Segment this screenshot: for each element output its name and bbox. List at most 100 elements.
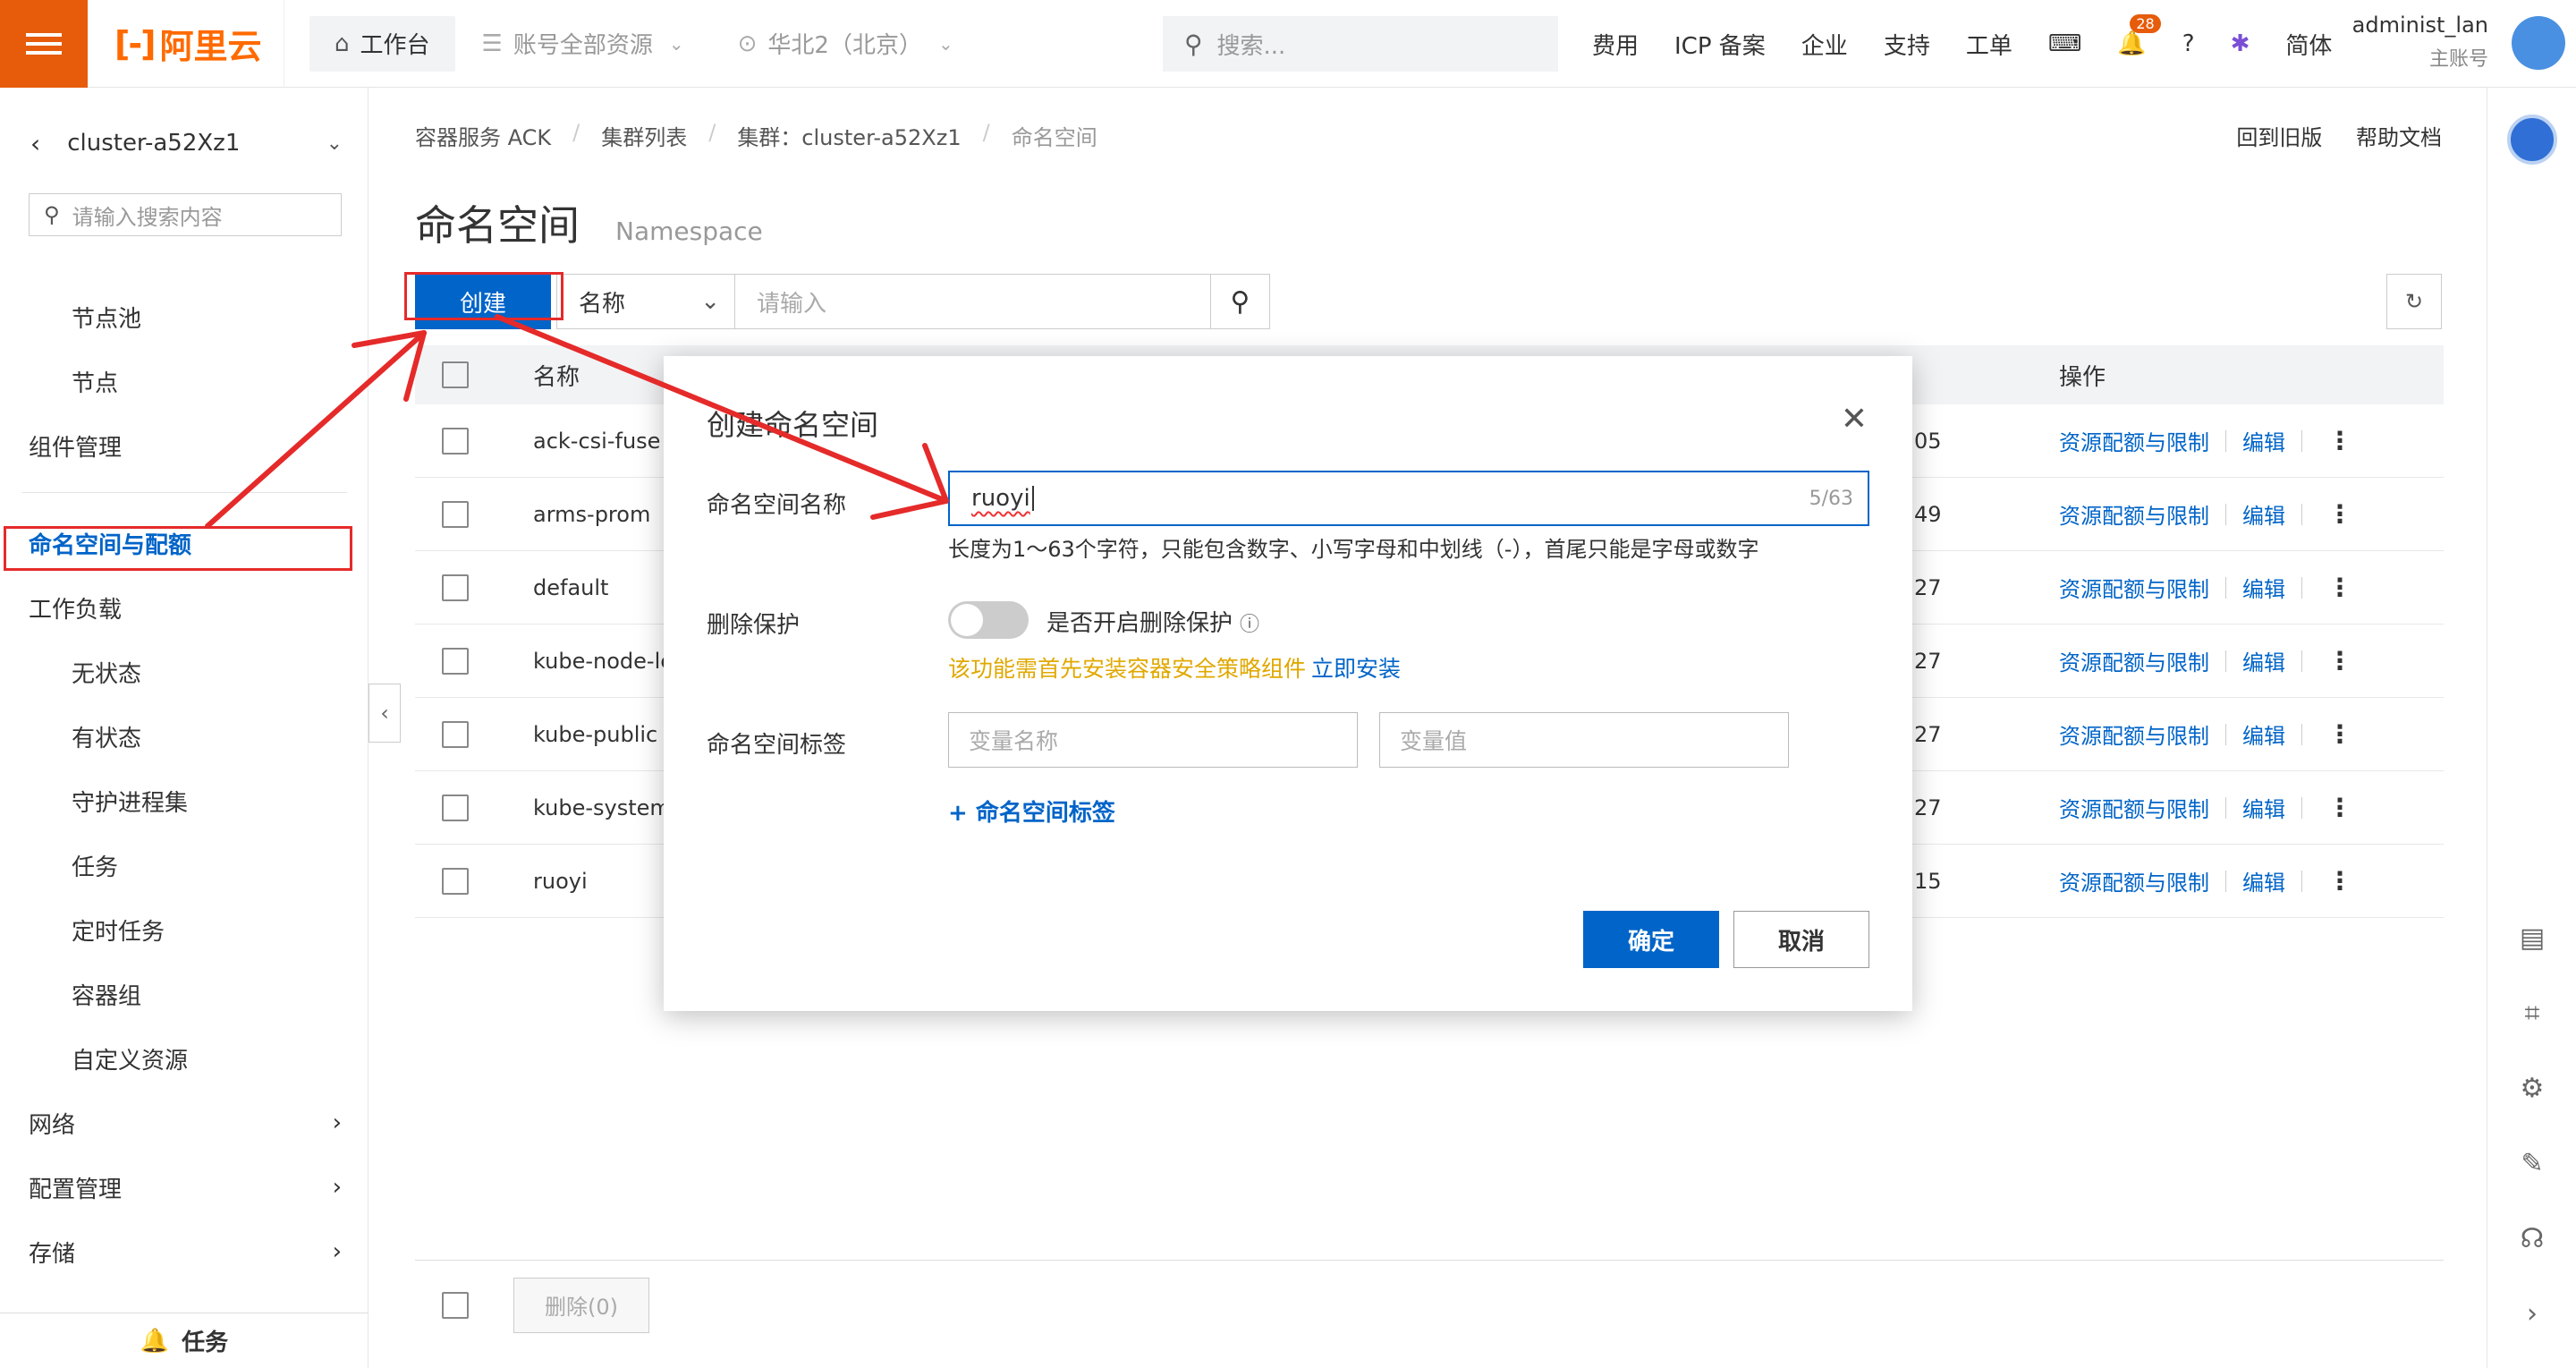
avatar[interactable]	[2512, 16, 2565, 70]
sidebar-item-config[interactable]: 配置管理 ›	[0, 1155, 369, 1219]
row-checkbox[interactable]	[442, 867, 469, 895]
aliyun-logo[interactable]: [-] 阿里云	[88, 0, 284, 88]
edit-link[interactable]: 编辑	[2242, 498, 2285, 530]
quota-link[interactable]: 资源配额与限制	[2059, 718, 2209, 750]
sidebar-item-jobs[interactable]: 任务	[0, 833, 369, 897]
row-checkbox[interactable]	[442, 574, 469, 601]
filter-input[interactable]: 请输入	[735, 274, 1211, 329]
quota-link[interactable]: 资源配额与限制	[2059, 572, 2209, 603]
footer-select-all-checkbox[interactable]	[442, 1291, 469, 1319]
delete-protect-toggle[interactable]	[948, 601, 1029, 639]
workbench-button[interactable]: ⌂ 工作台	[309, 15, 455, 72]
api-icon[interactable]: ⌗	[2514, 995, 2550, 1031]
ai-assistant-icon[interactable]: ✱	[2231, 30, 2250, 57]
sidebar-item-nodes[interactable]: 节点	[0, 349, 369, 413]
namespace-name-input[interactable]: ruoyi 5/63	[948, 471, 1869, 526]
quota-link[interactable]: 资源配额与限制	[2059, 645, 2209, 676]
created-time-tail: 27	[1914, 721, 1942, 747]
cluster-selector[interactable]: ‹ cluster-a52Xz1 ⌄	[0, 88, 368, 199]
header-ops: 操作	[2059, 363, 2106, 391]
sidebar-item-custom-resources[interactable]: 自定义资源	[0, 1026, 369, 1091]
enterprise-link[interactable]: 企业	[1801, 28, 1848, 61]
terminal-icon[interactable]: ⌨	[2048, 30, 2082, 57]
more-icon[interactable]: ⋮	[2327, 426, 2352, 455]
cancel-button[interactable]: 取消	[1733, 911, 1869, 968]
headset-icon[interactable]: ☊	[2514, 1220, 2550, 1256]
row-checkbox[interactable]	[442, 720, 469, 748]
user-account-type: 主账号	[2428, 48, 2488, 71]
search-button[interactable]: ⚲	[1211, 274, 1270, 329]
ticket-link[interactable]: 工单	[1966, 28, 2012, 61]
chevron-right-icon[interactable]: ›	[2514, 1296, 2550, 1331]
sidebar-item-storage[interactable]: 存储 ›	[0, 1219, 369, 1284]
sidebar-item-cronjobs[interactable]: 定时任务	[0, 897, 369, 962]
breadcrumb-cluster[interactable]: 集群：cluster-a52Xz1	[737, 120, 961, 151]
question-icon[interactable]: ⓘ	[1240, 614, 1259, 636]
menu-icon[interactable]	[0, 0, 88, 88]
tag-key-input[interactable]: 变量名称	[948, 712, 1358, 768]
row-checkbox[interactable]	[442, 647, 469, 675]
add-tag-link[interactable]: + 命名空间标签	[948, 794, 1115, 828]
support-link[interactable]: 支持	[1884, 28, 1930, 61]
robot-assistant-icon[interactable]	[2507, 115, 2557, 165]
resource-group-dropdown[interactable]: ☰ 账号全部资源 ⌄	[455, 16, 711, 72]
icp-link[interactable]: ICP 备案	[1674, 28, 1766, 61]
help-doc-link[interactable]: 帮助文档	[2356, 125, 2442, 150]
region-dropdown[interactable]: ⊙ 华北2（北京） ⌄	[711, 16, 980, 72]
close-icon[interactable]: ✕	[1841, 401, 1868, 438]
sidebar-item-daemonsets[interactable]: 守护进程集	[0, 769, 369, 833]
edit-link[interactable]: 编辑	[2242, 865, 2285, 896]
sidebar-item-deployments[interactable]: 无状态	[0, 640, 369, 704]
more-icon[interactable]: ⋮	[2327, 646, 2352, 676]
back-arrow-icon[interactable]: ‹	[30, 129, 40, 158]
row-checkbox[interactable]	[442, 500, 469, 528]
more-icon[interactable]: ⋮	[2327, 866, 2352, 896]
batch-delete-button[interactable]: 删除(0)	[513, 1277, 649, 1333]
edit-link[interactable]: 编辑	[2242, 718, 2285, 750]
install-now-link[interactable]: 立即安装	[1311, 656, 1401, 682]
row-checkbox[interactable]	[442, 794, 469, 821]
filter-field-select[interactable]: 名称 ⌄	[556, 274, 735, 329]
billing-link[interactable]: 费用	[1592, 28, 1639, 61]
edit-link[interactable]: 编辑	[2242, 572, 2285, 603]
quota-link[interactable]: 资源配额与限制	[2059, 865, 2209, 896]
back-to-old-link[interactable]: 回到旧版	[2236, 125, 2322, 150]
more-icon[interactable]: ⋮	[2327, 719, 2352, 749]
more-icon[interactable]: ⋮	[2327, 499, 2352, 529]
bell-icon[interactable]: 🔔 28	[2117, 14, 2161, 57]
chevron-down-icon[interactable]: ⌄	[326, 132, 343, 155]
user-info[interactable]: administ_lan 主账号	[2352, 13, 2488, 72]
confirm-button[interactable]: 确定	[1583, 911, 1719, 968]
edit-link[interactable]: 编辑	[2242, 425, 2285, 456]
help-icon[interactable]: ?	[2182, 30, 2195, 57]
sidebar-item-pods[interactable]: 容器组	[0, 962, 369, 1026]
task-button[interactable]: 🔔 任务	[0, 1313, 369, 1368]
sidebar-item-workloads[interactable]: 工作负载	[0, 575, 369, 640]
sidebar-item-components[interactable]: 组件管理	[0, 413, 369, 478]
document-icon[interactable]: ▤	[2514, 920, 2550, 956]
row-checkbox[interactable]	[442, 427, 469, 455]
edit-icon[interactable]: ✎	[2514, 1145, 2550, 1181]
tag-value-input[interactable]: 变量值	[1379, 712, 1789, 768]
more-icon[interactable]: ⋮	[2327, 573, 2352, 602]
breadcrumb-cluster-list[interactable]: 集群列表	[601, 120, 687, 151]
refresh-button[interactable]: ↻	[2386, 274, 2442, 329]
breadcrumb-ack[interactable]: 容器服务 ACK	[415, 120, 551, 151]
edit-link[interactable]: 编辑	[2242, 792, 2285, 823]
created-time-tail: 49	[1914, 501, 1942, 527]
sidebar-item-network[interactable]: 网络 ›	[0, 1091, 369, 1155]
sidebar-item-statefulsets[interactable]: 有状态	[0, 704, 369, 769]
gear-icon[interactable]: ⚙	[2514, 1070, 2550, 1106]
edit-link[interactable]: 编辑	[2242, 645, 2285, 676]
quota-link[interactable]: 资源配额与限制	[2059, 425, 2209, 456]
quota-link[interactable]: 资源配额与限制	[2059, 498, 2209, 530]
sidebar-search-input[interactable]: ⚲ 请输入搜索内容	[29, 193, 342, 236]
more-icon[interactable]: ⋮	[2327, 793, 2352, 822]
quota-link[interactable]: 资源配额与限制	[2059, 792, 2209, 823]
sidebar-item-node-pool[interactable]: 节点池	[0, 285, 369, 349]
namespace-name: kube-node-le	[533, 648, 674, 674]
global-search-input[interactable]: ⚲ 搜索...	[1163, 16, 1558, 72]
select-all-checkbox[interactable]	[442, 361, 469, 388]
language-switch[interactable]: 简体	[2285, 28, 2332, 61]
delete-protect-toggle-label: 是否开启删除保护 ⓘ	[1046, 610, 1260, 637]
